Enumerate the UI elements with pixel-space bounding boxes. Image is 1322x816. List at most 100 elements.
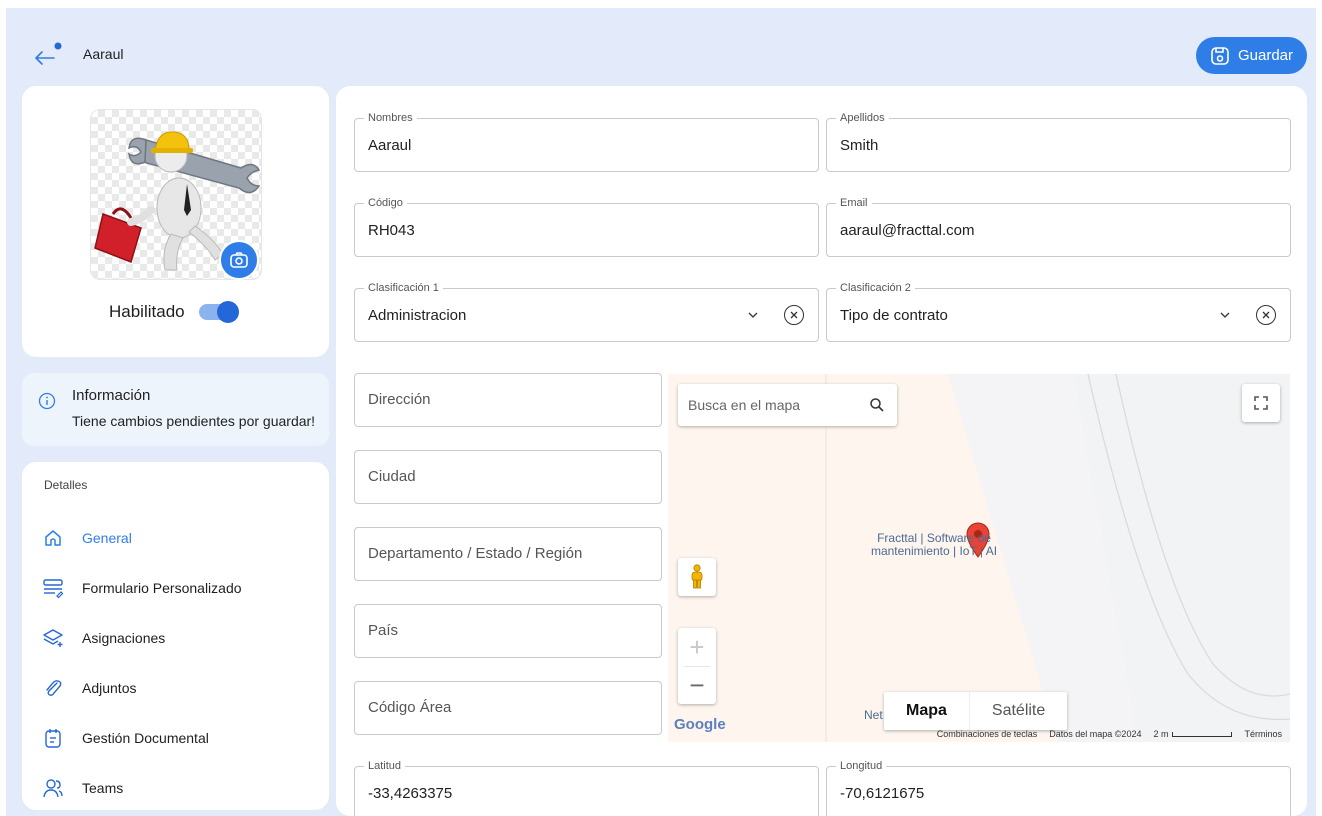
- map-net-label: Net: [864, 708, 883, 722]
- field-value: RH043: [368, 222, 415, 239]
- info-banner: Información Tiene cambios pendientes por…: [22, 373, 329, 446]
- keyboard-shortcuts-link[interactable]: Combinaciones de teclas: [937, 729, 1038, 739]
- field-value: Aaraul: [368, 137, 412, 154]
- home-icon: [42, 527, 64, 549]
- save-button-label: Guardar: [1237, 47, 1294, 64]
- map-attribution: Combinaciones de teclas Datos del mapa ©…: [933, 726, 1286, 742]
- pegman-icon: [691, 564, 703, 589]
- nav-item-gestion-documental[interactable]: Gestión Documental: [42, 720, 312, 756]
- nav-label: Formulario Personalizado: [82, 580, 242, 596]
- chevron-down-icon: [1220, 312, 1230, 318]
- nav-item-teams[interactable]: Teams: [42, 770, 312, 806]
- field-value: -33,4263375: [368, 785, 453, 802]
- back-arrow-icon: [35, 42, 62, 65]
- apellidos-field[interactable]: Apellidos Smith: [826, 111, 1291, 172]
- nav-heading: Detalles: [44, 478, 88, 492]
- info-title: Información: [72, 387, 151, 404]
- clasificacion2-select[interactable]: Clasificación 2 Tipo de contrato: [826, 281, 1291, 342]
- layers-icon: [42, 627, 64, 649]
- map-search-placeholder: Busca en el mapa: [688, 397, 801, 413]
- document-calendar-icon: [42, 727, 64, 749]
- info-icon: [38, 392, 56, 410]
- fullscreen-icon: [1254, 396, 1268, 410]
- field-placeholder: Departamento / Estado / Región: [368, 545, 583, 562]
- map-view[interactable]: Busca en el mapa + − Fracttal | Software…: [668, 374, 1290, 742]
- longitud-field[interactable]: Longitud -70,6121675: [826, 759, 1291, 816]
- zoom-out-button[interactable]: −: [678, 666, 716, 704]
- clasificacion1-select[interactable]: Clasificación 1 Administracion: [354, 281, 819, 342]
- field-label: Longitud: [836, 759, 887, 773]
- nav-label: Asignaciones: [82, 630, 166, 646]
- latitud-field[interactable]: Latitud -33,4263375: [354, 759, 819, 816]
- app-root: Aaraul Guardar Habilitado Información Ti…: [6, 8, 1316, 816]
- codigo-area-input[interactable]: Código Área: [354, 681, 662, 735]
- nav-item-general[interactable]: General: [42, 520, 312, 556]
- scale-text: 2 m: [1153, 729, 1169, 739]
- enabled-label: Habilitado: [109, 302, 185, 321]
- field-placeholder: Dirección: [368, 391, 431, 408]
- terms-link[interactable]: Términos: [1244, 729, 1282, 739]
- map-fullscreen-button[interactable]: [1242, 384, 1280, 422]
- nombres-field[interactable]: Nombres Aaraul: [354, 111, 819, 172]
- departamento-input[interactable]: Departamento / Estado / Región: [354, 527, 662, 581]
- map-type-satellite-button[interactable]: Satélite: [968, 692, 1067, 730]
- nav-item-asignaciones[interactable]: Asignaciones: [42, 620, 312, 656]
- zoom-in-button[interactable]: +: [678, 628, 716, 666]
- toggle-knob: [216, 301, 239, 323]
- field-value: -70,6121675: [840, 785, 925, 802]
- enabled-toggle[interactable]: [198, 301, 239, 323]
- close-icon: [1262, 311, 1270, 319]
- codigo-field[interactable]: Código RH043: [354, 196, 819, 257]
- nav-item-adjuntos[interactable]: Adjuntos: [42, 670, 312, 706]
- field-label: Nombres: [364, 111, 417, 125]
- clear-clasificacion1-button[interactable]: [784, 305, 804, 325]
- close-icon: [790, 311, 798, 319]
- field-value: Smith: [840, 137, 879, 154]
- form-icon: [42, 577, 64, 599]
- ciudad-input[interactable]: Ciudad: [354, 450, 662, 504]
- map-zoom-controls: + −: [678, 628, 716, 704]
- google-logo: Google: [674, 716, 726, 733]
- field-placeholder: Código Área: [368, 699, 452, 716]
- field-label: Clasificación 1: [364, 281, 443, 295]
- field-placeholder: Ciudad: [368, 468, 416, 485]
- map-scale[interactable]: 2 m: [1153, 729, 1233, 739]
- enabled-row: Habilitado: [109, 301, 239, 323]
- field-value: aaraul@fracttal.com: [840, 222, 975, 239]
- nav-item-formulario[interactable]: Formulario Personalizado: [42, 570, 312, 606]
- field-label: Clasificación 2: [836, 281, 915, 295]
- field-value: Tipo de contrato: [840, 307, 948, 324]
- details-nav: Detalles General Formulario Personalizad…: [22, 462, 329, 810]
- nav-label: General: [82, 530, 132, 546]
- direccion-input[interactable]: Dirección: [354, 373, 662, 427]
- field-label: Apellidos: [836, 111, 889, 125]
- change-photo-button[interactable]: [219, 240, 259, 280]
- chevron-down-icon: [748, 312, 758, 318]
- search-icon: [870, 398, 884, 412]
- main-form: Nombres Aaraul Apellidos Smith Código RH…: [336, 86, 1307, 816]
- nav-label: Adjuntos: [82, 680, 137, 696]
- field-placeholder: País: [368, 622, 399, 639]
- page-title: Aaraul: [83, 46, 124, 62]
- save-button[interactable]: Guardar: [1196, 37, 1307, 74]
- field-label: Email: [836, 196, 872, 210]
- map-type-map-button[interactable]: Mapa: [884, 692, 969, 730]
- pais-input[interactable]: País: [354, 604, 662, 658]
- place-label[interactable]: Fracttal | Software de mantenimiento | I…: [854, 532, 1014, 558]
- clear-clasificacion2-button[interactable]: [1256, 305, 1276, 325]
- scale-bar: [1172, 732, 1233, 738]
- camera-icon: [230, 252, 248, 268]
- paperclip-icon: [42, 677, 64, 699]
- info-text: Tiene cambios pendientes por guardar!: [72, 413, 316, 429]
- users-icon: [42, 777, 64, 799]
- street-view-button[interactable]: [678, 558, 716, 596]
- field-value: Administracion: [368, 307, 467, 324]
- map-search-input[interactable]: Busca en el mapa: [678, 384, 897, 426]
- field-label: Latitud: [364, 759, 406, 773]
- email-field[interactable]: Email aaraul@fracttal.com: [826, 196, 1291, 257]
- field-label: Código: [364, 196, 407, 210]
- map-background: [825, 374, 1290, 742]
- back-button[interactable]: [32, 40, 68, 70]
- save-icon: [1211, 46, 1229, 65]
- profile-card: Habilitado: [22, 86, 329, 357]
